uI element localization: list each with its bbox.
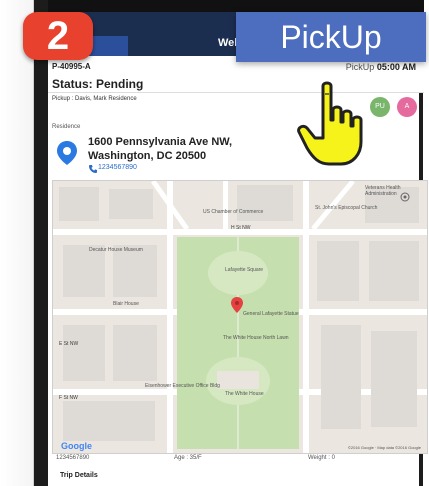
residence-phone[interactable]: 1234567890 [98,164,137,171]
map-label-white-house: The White House [225,391,264,397]
map-label-e-st: E St NW [59,341,79,347]
map-label-h-st: H St NW [231,225,251,231]
pu-badge[interactable]: PU [370,97,390,117]
footer-weight: Weight : 0 [308,455,335,461]
status-bar [48,0,424,12]
map-label-veterans: Veterans Health Administration [365,185,401,197]
tablet-frame: WellRy P-40995-A Status: Pending PickUp … [0,0,429,486]
map-label-decatur: Decatur House Museum [89,247,143,253]
map-terms[interactable]: ©2016 Google · Map data ©2016 Google [348,445,421,450]
google-logo: Google [61,441,92,451]
map-label-north-lawn: The White House North Lawn [223,335,289,341]
map-pin-icon [57,141,77,165]
tablet-bezel-left [0,0,48,486]
footer-age: Age : 35/F [174,455,202,461]
pickup-time-value: 05:00 AM [376,62,416,72]
trip-details-heading[interactable]: Trip Details [60,472,98,479]
trip-id: P-40995-A [52,62,91,71]
map-label-us-chamber: US Chamber of Commerce [203,209,264,215]
phone-icon [89,165,97,173]
step-badge: 2 [23,12,93,60]
patient-footer: 1234567890 Age : 35/F Weight : 0 [52,453,426,465]
pickup-button[interactable]: PickUp [236,12,426,62]
pickup-time-label: PickUp [345,62,375,72]
pickup-info: Pickup : Davis, Mark Residence [52,96,137,102]
hand-pointer-icon [297,81,363,166]
trip-status: Status: Pending [52,77,144,91]
map-label-eisenhower: Eisenhower Executive Office Bldg [145,383,220,389]
footer-phone: 1234567890 [56,455,90,461]
map-label-lafayette-square: Lafayette Square [225,267,264,273]
map-canvas [53,181,427,453]
address-line-2: Washington, DC 20500 [88,150,207,162]
pickup-time: PickUp 05:00 AM [346,62,416,72]
a-badge[interactable]: A [397,97,417,117]
address-line-1: 1600 Pennsylvania Ave NW, [88,136,233,148]
map-label-statue: General Lafayette Statue [243,311,299,317]
map-label-st-johns: St. John's Episcopal Church [315,205,378,211]
map-label-f-st: F St NW [59,395,78,401]
map-view[interactable]: Veterans Health Administration US Chambe… [52,180,428,454]
residence-label: Residence [52,124,81,130]
map-label-blair: Blair House [113,301,139,307]
